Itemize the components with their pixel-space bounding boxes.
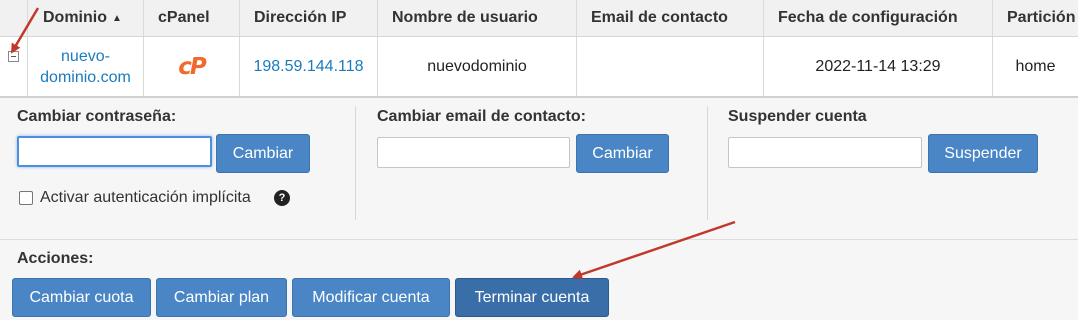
contact-email-cell — [576, 37, 763, 96]
partition-value: home — [1015, 57, 1056, 75]
change-plan-button[interactable]: Cambiar plan — [156, 278, 287, 317]
table-header-row: Dominio ▲ cPanel Dirección IP Nombre de … — [0, 0, 1078, 37]
ip-cell: 198.59.144.118 — [239, 37, 377, 96]
ip-link[interactable]: 198.59.144.118 — [253, 58, 363, 76]
suspend-reason-input[interactable] — [728, 137, 922, 168]
header-partition: Partición — [992, 0, 1078, 36]
change-password-title: Cambiar contraseña: — [17, 108, 177, 125]
section-divider — [355, 106, 356, 220]
implicit-auth-label: Activar autenticación implícita — [40, 189, 251, 206]
password-input[interactable] — [17, 136, 212, 167]
change-email-title: Cambiar email de contacto: — [377, 108, 586, 125]
cpanel-logo-icon[interactable]: cP — [178, 54, 206, 80]
contact-email-input[interactable] — [377, 137, 570, 168]
partition-cell: home — [992, 37, 1078, 96]
header-domain-label: Dominio — [43, 9, 107, 26]
sort-asc-icon: ▲ — [112, 12, 122, 24]
terminate-account-button[interactable]: Terminar cuenta — [455, 278, 609, 317]
table-row: nuevo- dominio.com cP 198.59.144.118 nue… — [0, 37, 1078, 97]
header-username-label: Nombre de usuario — [392, 9, 538, 26]
header-ip: Dirección IP — [239, 0, 377, 36]
suspend-button[interactable]: Suspender — [928, 134, 1038, 173]
header-ip-label: Dirección IP — [254, 9, 347, 26]
modify-account-button[interactable]: Modificar cuenta — [292, 278, 450, 317]
header-contact-email-label: Email de contacto — [591, 9, 728, 26]
header-contact-email: Email de contacto — [576, 0, 763, 36]
header-username: Nombre de usuario — [377, 0, 576, 36]
header-cpanel: cPanel — [143, 0, 239, 36]
username-value: nuevodominio — [427, 57, 527, 75]
header-cpanel-label: cPanel — [158, 9, 210, 26]
accounts-table: Dominio ▲ cPanel Dirección IP Nombre de … — [0, 0, 1078, 97]
section-divider — [707, 106, 708, 220]
panel-divider — [0, 239, 1078, 240]
change-email-button[interactable]: Cambiar — [576, 134, 669, 173]
question-circle-icon[interactable]: ? — [274, 190, 290, 206]
domain-cell: nuevo- dominio.com — [27, 37, 143, 96]
header-setup-date: Fecha de configuración — [763, 0, 992, 36]
domain-link-line2[interactable]: dominio.com — [40, 67, 131, 88]
header-setup-date-label: Fecha de configuración — [778, 9, 958, 26]
account-actions-panel: Cambiar contraseña: Cambiar Activar aute… — [0, 97, 1078, 320]
collapse-row-icon[interactable] — [8, 51, 19, 62]
domain-link-line1[interactable]: nuevo- — [61, 46, 110, 67]
setup-date-cell: 2022-11-14 13:29 — [763, 37, 992, 96]
change-password-button[interactable]: Cambiar — [216, 134, 310, 173]
cpanel-cell: cP — [143, 37, 239, 96]
setup-date-value: 2022-11-14 13:29 — [815, 57, 941, 75]
actions-title: Acciones: — [17, 250, 94, 267]
implicit-auth-checkbox[interactable] — [19, 191, 33, 205]
expand-cell — [0, 37, 27, 96]
change-quota-button[interactable]: Cambiar cuota — [12, 278, 151, 317]
header-domain[interactable]: Dominio ▲ — [27, 0, 143, 36]
header-expand-col — [0, 0, 27, 36]
suspend-account-title: Suspender cuenta — [728, 108, 867, 125]
username-cell: nuevodominio — [377, 37, 576, 96]
header-partition-label: Partición — [1007, 9, 1076, 26]
